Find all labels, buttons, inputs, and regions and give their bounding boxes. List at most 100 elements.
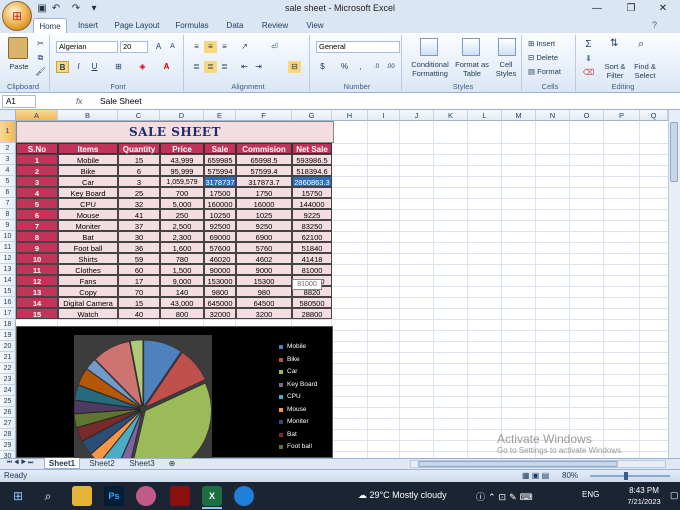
row-header[interactable]: 6 — [0, 187, 16, 198]
table-cell[interactable]: 90000 — [204, 264, 236, 275]
table-cell[interactable]: 92500 — [204, 220, 236, 231]
copy-icon[interactable]: ⧉ — [34, 52, 47, 64]
table-cell[interactable]: 32000 — [204, 308, 236, 319]
view-buttons[interactable]: ▦ ▣ ▤ — [522, 471, 549, 480]
table-header-cell[interactable]: Quantity — [118, 143, 160, 154]
table-cell[interactable]: 140 — [160, 286, 204, 297]
table-cell[interactable]: 95,999 — [160, 165, 204, 176]
row-header[interactable]: 24 — [0, 385, 16, 396]
table-cell[interactable]: Watch — [58, 308, 118, 319]
name-box[interactable]: A1 — [2, 95, 36, 108]
table-cell[interactable]: 60 — [118, 264, 160, 275]
column-header[interactable]: B — [58, 110, 118, 121]
fill-icon[interactable]: ⬇ — [582, 53, 595, 65]
row-header[interactable]: 23 — [0, 374, 16, 385]
underline-button[interactable]: U — [88, 61, 101, 73]
zoom-level[interactable]: 80% — [562, 471, 578, 480]
align-middle-icon[interactable]: ≡ — [204, 41, 217, 53]
table-cell[interactable]: 51840 — [292, 242, 332, 253]
row-header[interactable]: 14 — [0, 275, 16, 286]
column-header[interactable]: C — [118, 110, 160, 121]
table-cell[interactable]: Car — [58, 176, 118, 187]
excel-taskbar-icon[interactable]: X — [202, 486, 222, 506]
font-name-combo[interactable]: Algerian — [56, 41, 118, 53]
wrap-text-icon[interactable]: ⏎ — [268, 41, 281, 53]
table-cell[interactable]: 2,500 — [160, 220, 204, 231]
save-icon[interactable]: ▣ — [36, 3, 48, 15]
orientation-icon[interactable]: ↗ — [238, 41, 251, 53]
table-cell[interactable]: 8 — [16, 231, 58, 242]
table-header-cell[interactable]: Items — [58, 143, 118, 154]
table-cell[interactable]: 32 — [118, 198, 160, 209]
table-cell[interactable]: 37 — [118, 220, 160, 231]
column-header[interactable]: P — [604, 110, 640, 121]
table-cell[interactable]: 1,600 — [160, 242, 204, 253]
table-cell[interactable]: Digital Camera — [58, 297, 118, 308]
table-cell[interactable]: 25 — [118, 187, 160, 198]
table-cell[interactable]: 2 — [16, 165, 58, 176]
sort-filter-button[interactable]: Sort & Filter — [600, 62, 630, 80]
cell-styles-icon[interactable] — [498, 38, 516, 56]
find-select-icon[interactable]: ⌕ — [638, 38, 654, 56]
table-cell[interactable]: 144000 — [292, 198, 332, 209]
row-header[interactable]: 17 — [0, 308, 16, 319]
table-cell[interactable]: 69000 — [204, 231, 236, 242]
table-cell[interactable]: 4 — [16, 187, 58, 198]
table-cell[interactable]: 46020 — [204, 253, 236, 264]
photoshop-icon[interactable]: Ps — [104, 486, 124, 506]
align-right-icon[interactable]: ≣ — [218, 61, 231, 73]
table-cell[interactable]: 41418 — [292, 253, 332, 264]
table-cell[interactable]: 4602 — [236, 253, 292, 264]
table-cell[interactable]: 575994 — [204, 165, 236, 176]
table-cell[interactable]: 1,500 — [160, 264, 204, 275]
table-cell[interactable]: 62100 — [292, 231, 332, 242]
legend-item[interactable]: Foot ball — [279, 441, 333, 454]
increase-indent-icon[interactable]: ⇥ — [252, 61, 265, 73]
tab-formulas[interactable]: Formulas — [170, 18, 214, 33]
horizontal-scroll-thumb[interactable] — [418, 461, 618, 467]
table-cell[interactable]: 317873.7 — [236, 176, 292, 187]
table-cell[interactable]: 36 — [118, 242, 160, 253]
restore-icon[interactable]: ❐ — [614, 0, 648, 18]
row-header[interactable]: 1 — [0, 121, 16, 143]
tab-home[interactable]: Home — [33, 18, 67, 33]
notification-icon[interactable]: ▢ — [670, 490, 679, 501]
row-header[interactable]: 16 — [0, 297, 16, 308]
clock-time[interactable]: 8:43 PM — [624, 486, 664, 495]
table-cell[interactable]: Clothes — [58, 264, 118, 275]
insert-function-icon[interactable]: fx — [76, 95, 92, 108]
row-header[interactable]: 27 — [0, 418, 16, 429]
comma-icon[interactable]: , — [354, 61, 367, 73]
sheet-tab-sheet2[interactable]: Sheet2 — [84, 458, 120, 469]
tray-icons[interactable]: ⓘ⌃⊡✎⌨ — [476, 490, 536, 503]
table-cell[interactable]: 1750 — [236, 187, 292, 198]
legend-item[interactable]: Mouse — [279, 404, 333, 417]
new-sheet-icon[interactable]: ⊕ — [164, 458, 180, 469]
table-header-cell[interactable]: Price — [160, 143, 204, 154]
row-header[interactable]: 10 — [0, 231, 16, 242]
vertical-scroll-thumb[interactable] — [670, 122, 678, 182]
row-header[interactable]: 15 — [0, 286, 16, 297]
table-cell[interactable]: 11 — [16, 264, 58, 275]
table-cell[interactable]: Fans — [58, 275, 118, 286]
font-size-combo[interactable]: 20 — [120, 41, 148, 53]
table-cell[interactable]: 6900 — [236, 231, 292, 242]
table-cell[interactable]: 17500 — [204, 187, 236, 198]
table-cell[interactable]: 9225 — [292, 209, 332, 220]
paste-button[interactable]: Paste — [4, 62, 34, 71]
close-icon[interactable]: ✕ — [646, 0, 680, 18]
column-header[interactable]: N — [536, 110, 570, 121]
table-cell[interactable]: 6 — [16, 209, 58, 220]
column-header[interactable]: D — [160, 110, 204, 121]
tab-data[interactable]: Data — [220, 18, 250, 33]
align-top-icon[interactable]: ≡ — [190, 41, 203, 53]
tab-review[interactable]: Review — [256, 18, 294, 33]
table-cell[interactable]: 700 — [160, 187, 204, 198]
table-cell[interactable]: 9 — [16, 242, 58, 253]
table-cell[interactable]: Foot ball — [58, 242, 118, 253]
table-cell[interactable]: 83250 — [292, 220, 332, 231]
row-header[interactable]: 7 — [0, 198, 16, 209]
start-icon[interactable]: ⊞ — [8, 486, 28, 506]
format-table-icon[interactable] — [462, 38, 480, 56]
format-cells-button[interactable]: ▤ Format — [528, 67, 574, 76]
